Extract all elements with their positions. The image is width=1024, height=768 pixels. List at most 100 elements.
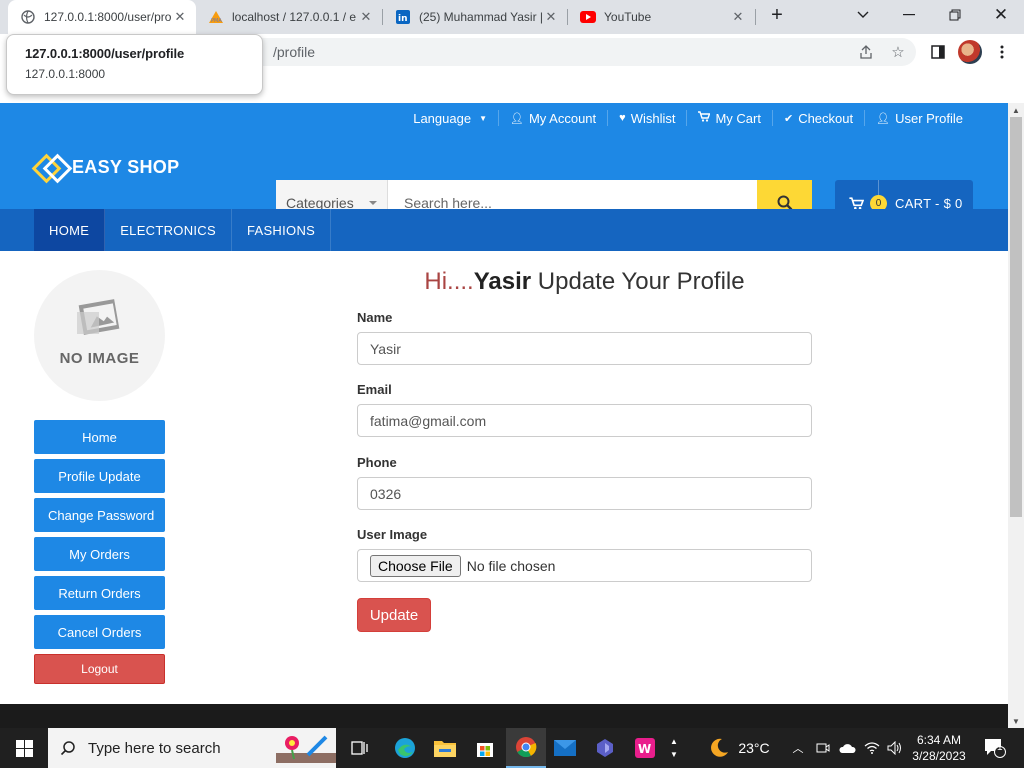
clock-time: 6:34 AM — [916, 733, 962, 747]
scroll-up-icon[interactable]: ▲ — [1008, 103, 1024, 117]
taskbar-overflow-scroll[interactable]: ▲ ▼ — [664, 728, 684, 768]
no-file-text: No file chosen — [466, 557, 556, 574]
sidebar-profile-update-button[interactable]: Profile Update — [34, 459, 165, 493]
close-tab-icon[interactable]: ✕ — [543, 9, 559, 25]
user-image-label: User Image — [357, 527, 428, 542]
logo-text: EASY SHOP — [72, 156, 180, 177]
hover-card-title: 127.0.0.1:8000/user/profile — [25, 46, 185, 61]
scroll-down-icon[interactable]: ▼ — [1008, 714, 1024, 728]
mail-icon[interactable] — [548, 728, 582, 768]
search-icon — [60, 741, 75, 756]
scrollbar-thumb[interactable] — [1010, 117, 1022, 517]
notification-count: 1 — [997, 742, 1003, 753]
taskbar-search-placeholder: Type here to search — [88, 739, 221, 757]
new-tab-button[interactable]: + — [765, 4, 789, 26]
onedrive-cloud-icon[interactable] — [836, 728, 858, 768]
email-label: Email — [357, 382, 392, 397]
close-window-icon[interactable]: ✕ — [989, 4, 1013, 26]
bookmark-star-icon[interactable]: ☆ — [888, 42, 908, 62]
sidebar-my-orders-button[interactable]: My Orders — [34, 537, 165, 571]
search-highlight-icon — [276, 735, 336, 763]
sidebar-cancel-orders-button[interactable]: Cancel Orders — [34, 615, 165, 649]
close-tab-icon[interactable]: ✕ — [730, 9, 746, 25]
footer — [0, 704, 1008, 728]
taskbar-search-box[interactable]: Type here to search — [48, 728, 336, 768]
copilot-app-icon[interactable] — [588, 728, 622, 768]
windows-taskbar: Type here to search W ▲ ▼ 23°C ︿ 6:34 AM… — [0, 728, 1024, 768]
checkout-link[interactable]: ✔ Checkout — [771, 110, 864, 126]
nav-item-electronics[interactable]: ELECTRONICS — [105, 209, 232, 251]
weather-moon-icon[interactable] — [704, 728, 734, 768]
wamp-server-icon[interactable]: W — [628, 728, 662, 768]
name-field[interactable] — [357, 332, 812, 365]
notification-center-button[interactable]: 1 — [978, 728, 1012, 768]
tab-search-chevron-icon[interactable] — [851, 4, 875, 26]
check-icon: ✔ — [783, 112, 794, 125]
volume-icon[interactable] — [884, 728, 906, 768]
clock-date: 3/28/2023 — [912, 749, 966, 763]
tab-title: YouTube — [604, 10, 652, 24]
page-viewport: Language ▼ 👤︎ My Account ♥ Wishlist My C… — [0, 70, 1008, 728]
task-view-icon[interactable] — [344, 728, 376, 768]
tab-title: (25) Muhammad Yasir | — [419, 10, 543, 24]
page-scrollbar[interactable]: ▲ ▼ — [1008, 103, 1024, 728]
wishlist-link[interactable]: ♥ Wishlist — [607, 110, 686, 126]
profile-avatar[interactable] — [958, 40, 982, 64]
side-panel-icon[interactable] — [928, 42, 948, 62]
my-account-link[interactable]: 👤︎ My Account — [497, 110, 607, 126]
my-cart-label: My Cart — [715, 110, 761, 126]
user-profile-link[interactable]: 👤︎ User Profile — [864, 110, 974, 126]
more-menu-icon[interactable] — [992, 42, 1012, 62]
clock[interactable]: 6:34 AM 3/28/2023 — [906, 728, 972, 768]
url-text: /profile — [273, 44, 316, 60]
sidebar-return-orders-button[interactable]: Return Orders — [34, 576, 165, 610]
restore-icon[interactable] — [943, 4, 967, 26]
choose-file-button[interactable]: Choose File — [370, 554, 461, 577]
tab-title: localhost / 127.0.0.1 / e — [232, 10, 357, 24]
show-hidden-icons-chevron-icon[interactable]: ︿ — [790, 728, 806, 768]
close-tab-icon[interactable]: ✕ — [172, 9, 188, 25]
tab-profile[interactable]: 127.0.0.1:8000/user/pro ✕ — [8, 0, 196, 34]
page-title: Hi....Yasir Update Your Profile — [357, 268, 812, 296]
phone-field[interactable] — [357, 477, 812, 510]
file-explorer-icon[interactable] — [428, 728, 462, 768]
svg-text:PMA: PMA — [211, 18, 222, 24]
user-profile-label: User Profile — [895, 110, 963, 126]
wifi-icon[interactable] — [862, 728, 882, 768]
language-label: Language — [413, 110, 472, 126]
heart-icon: ♥ — [619, 112, 626, 124]
email-field[interactable] — [357, 404, 812, 437]
wishlist-label: Wishlist — [630, 110, 676, 126]
youtube-icon — [580, 9, 596, 25]
linkedin-icon: in — [395, 9, 411, 25]
close-tab-icon[interactable]: ✕ — [358, 9, 374, 25]
windows-logo-icon — [15, 739, 33, 757]
weather-temperature[interactable]: 23°C — [734, 728, 774, 768]
microsoft-store-icon[interactable] — [468, 728, 502, 768]
logo-diamond-icon — [34, 155, 68, 179]
tab-linkedin[interactable]: in (25) Muhammad Yasir | ✕ — [383, 0, 567, 34]
greeting-prefix: Hi.... — [424, 268, 474, 295]
tab-youtube[interactable]: YouTube ✕ — [568, 0, 754, 34]
meet-now-icon[interactable] — [814, 728, 832, 768]
minimize-icon[interactable] — [897, 4, 921, 26]
sidebar-home-button[interactable]: Home — [34, 420, 165, 454]
no-image-caption: NO IMAGE — [59, 350, 140, 367]
language-link[interactable]: Language ▼ — [402, 110, 498, 126]
logout-button[interactable]: Logout — [34, 654, 165, 684]
user-icon: 👤︎ — [876, 112, 891, 125]
update-button[interactable]: Update — [357, 598, 431, 632]
tab-phpmyadmin[interactable]: PMA localhost / 127.0.0.1 / e ✕ — [196, 0, 382, 34]
nav-item-home[interactable]: HOME — [34, 209, 106, 251]
edge-icon[interactable] — [388, 728, 422, 768]
nav-item-fashions[interactable]: FASHIONS — [232, 209, 332, 251]
sidebar-change-password-button[interactable]: Change Password — [34, 498, 165, 532]
chrome-taskbar-icon[interactable] — [506, 728, 546, 768]
my-cart-link[interactable]: My Cart — [686, 110, 772, 126]
svg-text:in: in — [398, 14, 408, 24]
site-header: Language ▼ 👤︎ My Account ♥ Wishlist My C… — [0, 103, 1008, 251]
site-logo[interactable]: EASY SHOP — [34, 155, 179, 179]
share-icon[interactable] — [856, 42, 876, 62]
start-button[interactable] — [0, 728, 48, 768]
globe-icon — [20, 9, 36, 25]
